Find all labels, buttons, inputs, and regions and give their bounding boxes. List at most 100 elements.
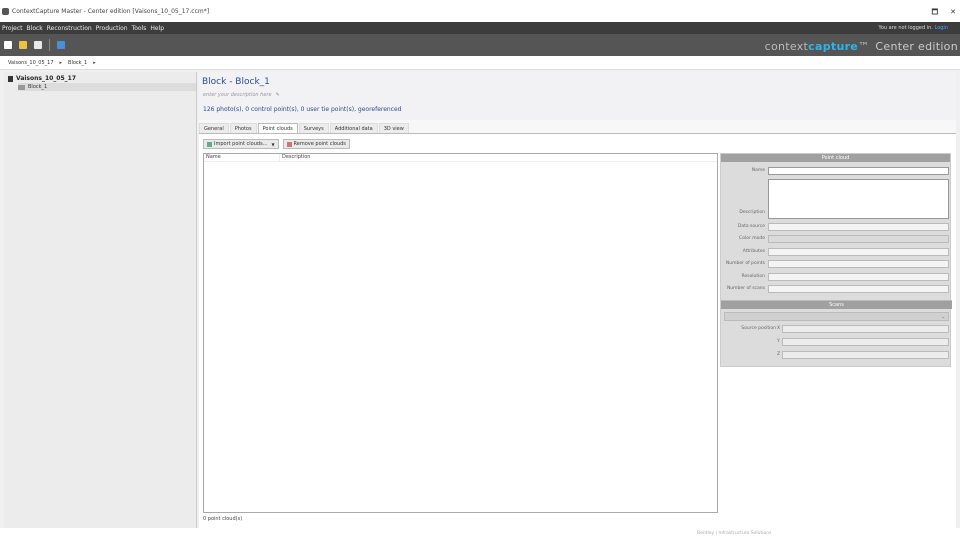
data-source-row: Data source (721, 222, 952, 232)
menu-production[interactable]: Production (96, 25, 128, 32)
menu-project[interactable]: Project (2, 25, 23, 32)
tree-project-label: Vaisons_10_05_17 (16, 75, 77, 82)
name-field-row: Name (721, 166, 952, 176)
save-project-icon[interactable] (34, 41, 42, 49)
number-of-scans-input[interactable] (768, 285, 949, 293)
scans-section: Scans ⌄ Source position X Y Z (721, 300, 952, 368)
name-label: Name (751, 168, 765, 173)
source-position-x-row: Source position X (721, 324, 952, 334)
title-bar: ContextCapture Master - Center edition [… (0, 0, 960, 22)
tab-3d-view[interactable]: 3D view (378, 123, 409, 133)
tab-general[interactable]: General (199, 123, 229, 133)
brand-prefix: context (764, 40, 809, 53)
tab-photos[interactable]: Photos (229, 123, 257, 133)
menu-reconstruction[interactable]: Reconstruction (47, 25, 92, 32)
number-of-scans-label: Number of scans (726, 286, 765, 291)
resolution-input[interactable] (768, 273, 949, 281)
footer-text: Bentley | Infrastructure Solutions (697, 531, 772, 536)
column-description[interactable]: Description (280, 154, 310, 161)
tab-point-clouds[interactable]: Point clouds (257, 123, 298, 133)
app-icon (2, 7, 9, 15)
data-source-label: Data source (737, 224, 765, 229)
window-title: ContextCapture Master - Center edition [… (12, 7, 210, 15)
brand-capture: capture (808, 40, 859, 53)
import-icon (207, 141, 212, 147)
description-textarea[interactable] (768, 179, 949, 219)
resolution-label: Resolution (741, 274, 765, 279)
breadcrumb: Vaisons_10_05_17 ▸ Block_1 ▸ (0, 56, 960, 70)
panel-header: Point cloud (721, 154, 950, 162)
tree-item-block[interactable]: Block_1 (18, 83, 196, 91)
remove-label: Remove point clouds (293, 141, 346, 147)
footer-bar: Bentley | Infrastructure Solutions (0, 528, 960, 540)
color-mode-label: Color mode (739, 236, 765, 241)
color-mode-select[interactable] (768, 235, 949, 243)
tree-item-project[interactable]: Vaisons_10_05_17 (8, 75, 76, 82)
number-of-points-row: Number of points (721, 259, 952, 269)
breadcrumb-arrow-icon: ▸ (59, 59, 63, 66)
project-icon (8, 75, 13, 82)
remove-point-clouds-button[interactable]: Remove point clouds (282, 139, 350, 149)
import-label: Import point clouds... (214, 141, 268, 147)
import-point-clouds-button[interactable]: Import point clouds... ▼ (203, 139, 279, 149)
resolution-row: Resolution (721, 272, 952, 282)
y-label: Y (777, 339, 780, 344)
menu-help[interactable]: Help (150, 25, 164, 32)
number-of-points-input[interactable] (768, 260, 949, 268)
number-of-points-label: Number of points (725, 261, 765, 266)
close-button[interactable]: ✕ (950, 8, 956, 19)
login-status: You are not logged in. Login (878, 25, 948, 31)
job-monitor-icon[interactable] (57, 41, 65, 49)
tab-additional-data[interactable]: Additional data (329, 123, 378, 133)
menu-block[interactable]: Block (27, 25, 43, 32)
point-cloud-list[interactable]: Name Description (203, 153, 718, 513)
scan-select[interactable]: ⌄ (724, 312, 949, 321)
tree-block-label: Block_1 (28, 84, 48, 90)
dropdown-caret-icon[interactable]: ▼ (271, 142, 274, 147)
maximize-button[interactable]: 🗖 (931, 8, 938, 19)
breadcrumb-project[interactable]: Vaisons_10_05_17 (8, 60, 54, 66)
description-placeholder: enter your description here (203, 92, 272, 98)
menu-tools[interactable]: Tools (132, 25, 147, 32)
login-link[interactable]: Login (935, 25, 949, 31)
source-y-input[interactable] (782, 338, 949, 346)
name-input[interactable] (768, 167, 949, 175)
source-position-y-row: Y (721, 337, 952, 347)
login-text: You are not logged in. (878, 25, 933, 31)
toolbar-separator (49, 39, 50, 51)
number-of-scans-row: Number of scans (721, 284, 952, 294)
source-z-input[interactable] (782, 351, 949, 359)
pencil-icon[interactable]: ✎ (276, 92, 280, 98)
block-header: Block - Block_1 enter your description h… (199, 72, 956, 120)
breadcrumb-arrow-icon: ▸ (93, 59, 96, 66)
description-editor[interactable]: enter your description here ✎ (203, 92, 280, 98)
new-project-icon[interactable] (4, 41, 12, 49)
z-label: Z (777, 352, 781, 357)
menu-bar: Project Block Reconstruction Production … (0, 22, 960, 34)
data-source-input[interactable] (768, 223, 949, 231)
x-label: X (777, 326, 781, 331)
block-summary: 126 photo(s), 0 control point(s), 0 user… (203, 106, 402, 113)
block-icon (18, 84, 25, 90)
attributes-row: Attributes (721, 247, 952, 257)
open-project-icon[interactable] (19, 41, 27, 49)
attributes-input[interactable] (768, 248, 949, 256)
page-title: Block - Block_1 (202, 77, 270, 87)
description-label: Description (739, 210, 765, 215)
breadcrumb-block[interactable]: Block_1 (68, 60, 87, 66)
column-name[interactable]: Name (204, 154, 280, 161)
source-position-z-row: Z (721, 350, 952, 360)
point-cloud-count: 0 point cloud(s) (203, 516, 243, 522)
chevron-down-icon: ⌄ (941, 314, 945, 319)
project-tree: Vaisons_10_05_17 Block_1 (4, 72, 197, 530)
brand-logo: contextcapture™ Center edition (765, 40, 958, 53)
tab-bar: General Photos Point clouds Surveys Addi… (199, 123, 410, 133)
point-cloud-properties-panel: Point cloud Name Description Data source… (720, 153, 952, 368)
remove-icon (286, 141, 292, 147)
attributes-label: Attributes (742, 249, 765, 254)
tab-surveys[interactable]: Surveys (298, 123, 329, 133)
brand-edition: Center edition (875, 40, 958, 53)
scans-header: Scans (721, 301, 952, 309)
source-x-input[interactable] (782, 325, 949, 333)
color-mode-row: Color mode (721, 234, 952, 244)
